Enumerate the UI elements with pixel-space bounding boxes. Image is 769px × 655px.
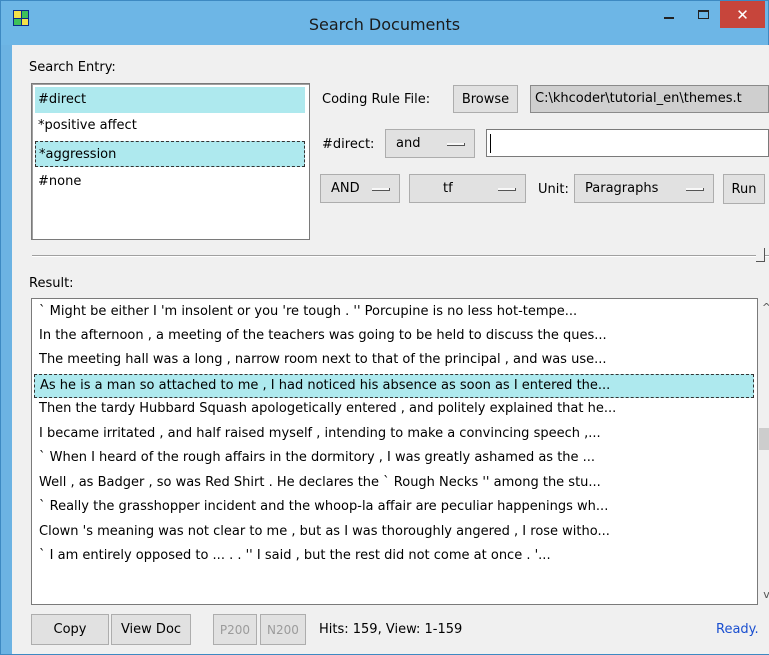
operator-menu[interactable]: and xyxy=(385,129,475,158)
coding-rule-file-path: C:\khcoder\tutorial_en\themes.t xyxy=(530,85,769,113)
result-row[interactable]: The meeting hall was a long , narrow roo… xyxy=(34,349,754,373)
status-text: Ready. xyxy=(716,622,759,637)
menu-indicator-icon xyxy=(686,188,704,191)
weight-menu[interactable]: tf xyxy=(409,174,526,203)
pane-divider xyxy=(32,255,769,257)
client-area: Search Entry: #direct *positive affect *… xyxy=(12,45,769,654)
unit-label: Unit: xyxy=(538,182,569,197)
scroll-up-icon[interactable]: ^ xyxy=(758,299,769,316)
search-entry-item[interactable]: #none xyxy=(35,169,305,195)
menu-indicator-icon xyxy=(498,188,516,191)
text-caret xyxy=(490,134,491,153)
n200-button[interactable]: N200 xyxy=(260,614,306,645)
logic-value: AND xyxy=(331,181,360,196)
search-entry-item[interactable]: *aggression xyxy=(35,141,305,167)
direct-label: #direct: xyxy=(322,137,375,152)
view-doc-button[interactable]: View Doc xyxy=(111,614,191,645)
result-list[interactable]: ` Might be either I 'm insolent or you '… xyxy=(31,298,758,605)
result-scrollbar[interactable]: ^ v xyxy=(758,298,769,605)
result-row[interactable]: Then the tardy Hubbard Squash apologetic… xyxy=(34,398,754,422)
p200-button[interactable]: P200 xyxy=(213,614,257,645)
search-entry-list[interactable]: #direct *positive affect *aggression #no… xyxy=(31,83,310,240)
browse-button[interactable]: Browse xyxy=(453,85,518,113)
pane-sash-handle[interactable] xyxy=(756,248,765,262)
search-entry-item[interactable]: #direct xyxy=(35,87,305,113)
menu-indicator-icon xyxy=(447,143,465,146)
scroll-down-icon[interactable]: v xyxy=(758,586,769,603)
result-row[interactable]: ` I am entirely opposed to ... . . '' I … xyxy=(34,545,754,569)
hits-count: Hits: 159, View: 1-159 xyxy=(319,622,463,637)
maximize-icon xyxy=(697,10,709,19)
result-row[interactable]: In the afternoon , a meeting of the teac… xyxy=(34,325,754,349)
result-row[interactable]: ` Might be either I 'm insolent or you '… xyxy=(34,301,754,325)
result-label: Result: xyxy=(29,276,74,291)
result-row[interactable]: Well , as Badger , so was Red Shirt . He… xyxy=(34,472,754,496)
minimize-button[interactable] xyxy=(652,1,686,28)
weight-value: tf xyxy=(443,181,453,196)
unit-menu[interactable]: Paragraphs xyxy=(574,174,714,203)
result-row[interactable]: ` When I heard of the rough affairs in t… xyxy=(34,447,754,471)
menu-indicator-icon xyxy=(372,188,390,191)
result-row[interactable]: I became irritated , and half raised mys… xyxy=(34,423,754,447)
coding-rule-file-label: Coding Rule File: xyxy=(322,92,431,107)
minimize-icon xyxy=(664,16,674,19)
title-bar[interactable]: Search Documents ✕ xyxy=(1,1,768,45)
copy-button[interactable]: Copy xyxy=(31,614,109,645)
search-documents-window: Search Documents ✕ Search Entry: #direct… xyxy=(0,0,769,655)
run-button[interactable]: Run xyxy=(723,174,765,204)
result-row[interactable]: As he is a man so attached to me , I had… xyxy=(34,374,754,398)
result-row[interactable]: ` Really the grasshopper incident and th… xyxy=(34,496,754,520)
maximize-button[interactable] xyxy=(686,1,720,28)
direct-entry-field[interactable] xyxy=(486,129,769,157)
scroll-thumb[interactable] xyxy=(759,428,769,450)
logic-menu[interactable]: AND xyxy=(320,174,400,203)
unit-value: Paragraphs xyxy=(585,181,659,196)
close-button[interactable]: ✕ xyxy=(720,1,765,28)
operator-value: and xyxy=(396,136,421,151)
close-icon: ✕ xyxy=(736,5,749,24)
search-entry-item[interactable]: *positive affect xyxy=(35,113,305,139)
result-row[interactable]: Clown 's meaning was not clear to me , b… xyxy=(34,521,754,545)
search-entry-label: Search Entry: xyxy=(29,60,116,75)
